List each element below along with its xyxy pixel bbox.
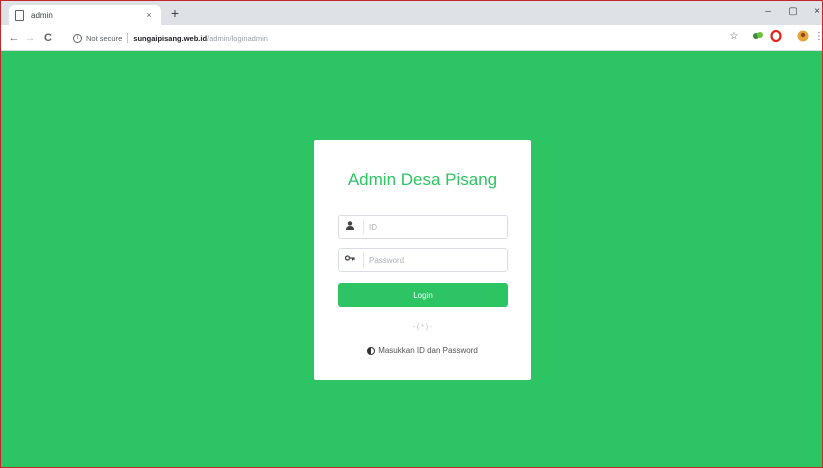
divider-text: - ( * ) - (412, 324, 433, 331)
url-path: /admin/loginadmin (207, 33, 268, 43)
extension-icon[interactable] (751, 30, 765, 44)
reload-button[interactable]: C (41, 31, 55, 45)
minimize-button[interactable]: – (756, 6, 780, 17)
login-card: Admin Desa Pisang Login - ( * ) - Mas (314, 140, 531, 380)
password-input[interactable] (369, 251, 503, 269)
opera-icon[interactable] (769, 29, 783, 44)
address-separator (127, 33, 129, 43)
star-icon[interactable]: ☆ (727, 30, 741, 44)
new-tab-button[interactable]: + (167, 5, 183, 21)
password-field[interactable] (338, 248, 508, 272)
profile-avatar-icon[interactable] (796, 30, 810, 44)
tab-close-icon[interactable]: × (143, 10, 155, 20)
hint-text: Masukkan ID dan Password (378, 346, 478, 355)
tab-strip: admin × + – ▢ × (1, 1, 822, 25)
login-title: Admin Desa Pisang (347, 170, 498, 189)
user-icon (339, 216, 361, 238)
tab-title: admin (31, 10, 53, 20)
adjust-icon (367, 346, 376, 355)
document-icon (15, 9, 24, 21)
id-field[interactable] (338, 215, 508, 239)
maximize-button[interactable]: ▢ (781, 6, 805, 17)
key-icon (339, 249, 361, 271)
login-hint: Masukkan ID dan Password (314, 346, 531, 355)
browser-window: admin × + – ▢ × ← → C i Not secure sunga… (0, 0, 823, 468)
url-host: sungaipisang.web.id (133, 33, 208, 43)
login-page: Admin Desa Pisang Login - ( * ) - Mas (1, 51, 822, 467)
login-button[interactable]: Login (338, 283, 508, 307)
address-bar[interactable]: i Not secure sungaipisang.web.id /admin/… (67, 29, 707, 47)
browser-toolbar: ← → C i Not secure sungaipisang.web.id /… (1, 25, 822, 51)
tab-admin[interactable]: admin × (9, 5, 161, 25)
security-label: Not secure (86, 33, 123, 43)
menu-icon[interactable]: ⋮ (812, 30, 822, 44)
info-icon[interactable]: i (73, 33, 82, 43)
id-input[interactable] (369, 218, 503, 236)
field-divider (363, 220, 364, 234)
forward-button[interactable]: → (23, 31, 37, 45)
back-button[interactable]: ← (7, 31, 21, 45)
close-window-button[interactable]: × (805, 6, 822, 17)
field-divider (363, 253, 364, 267)
